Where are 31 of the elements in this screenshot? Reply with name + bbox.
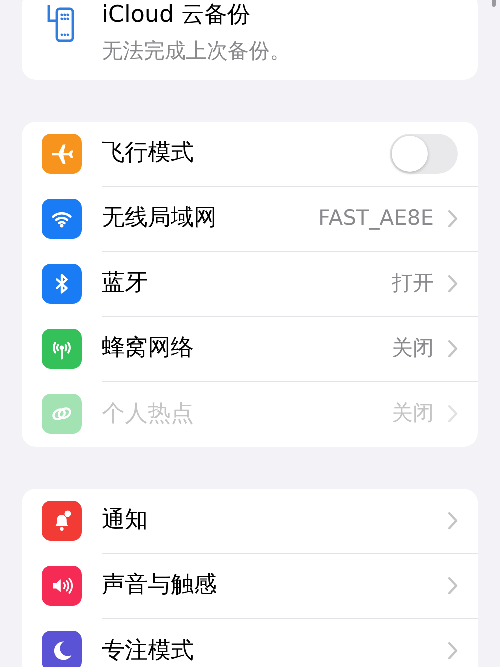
row-label: 飞行模式 xyxy=(102,139,195,168)
row-label: 无线局域网 xyxy=(102,204,218,234)
chevron-icon xyxy=(448,340,458,358)
row-value: FAST_AE8E xyxy=(318,204,434,232)
chevron-icon xyxy=(448,405,458,423)
row-label: 蜂窝网络 xyxy=(102,334,195,364)
row-label: 声音与触感 xyxy=(102,571,218,600)
chevron-icon xyxy=(448,642,458,660)
row-value: 关闭 xyxy=(392,334,434,362)
backup-card[interactable]: iCloud 云备份 无法完成上次备份。 xyxy=(22,0,478,80)
row-label: 蓝牙 xyxy=(102,269,149,298)
backup-title: iCloud 云备份 xyxy=(102,1,252,30)
chevron-icon xyxy=(448,210,458,228)
row-value: 打开 xyxy=(392,270,434,297)
chevron-icon xyxy=(448,512,458,530)
chevron-icon xyxy=(448,274,458,292)
phone-backup-icon xyxy=(47,4,75,42)
settings-row[interactable]: 蜂窝网络 关闭 xyxy=(22,316,478,382)
settings-row[interactable]: 飞行模式 xyxy=(22,122,478,186)
row-label: 专注模式 xyxy=(102,636,195,666)
backup-status: 无法完成上次备份。 xyxy=(102,38,291,65)
settings-row[interactable]: 蓝牙 打开 xyxy=(22,252,478,316)
toggle-switch[interactable] xyxy=(390,134,458,174)
settings-row[interactable]: 专注模式 xyxy=(22,618,478,667)
row-label: 通知 xyxy=(102,506,149,536)
settings-row[interactable]: 通知 xyxy=(22,488,478,554)
settings-row[interactable]: 无线局域网 FAST_AE8E xyxy=(22,186,478,252)
row-label: 个人热点 xyxy=(102,400,195,429)
chevron-icon xyxy=(448,576,458,594)
settings-row[interactable]: 声音与触感 xyxy=(22,554,478,618)
row-value: 关闭 xyxy=(392,400,434,428)
